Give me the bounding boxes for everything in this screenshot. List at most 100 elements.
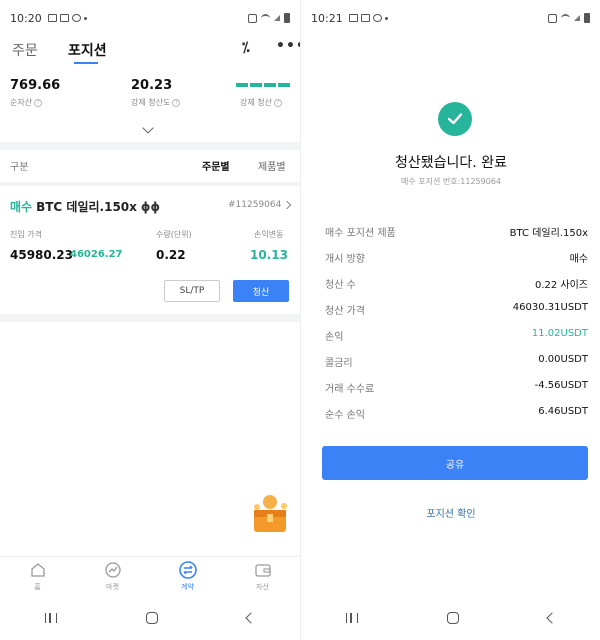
battery-icon — [284, 13, 290, 23]
position-screen: 10:20 주문 포지션 ⁒ ••• 769.66 순자산? 20.23 강제 … — [0, 0, 300, 640]
close-result-screen: 10:21 청산됐습니다. 완료 매수 포지션 번호:11259064 매수 포… — [300, 0, 600, 640]
nav-wallet-label: 자산 — [256, 583, 269, 591]
system-home-icon[interactable] — [446, 612, 459, 624]
home-icon — [30, 563, 45, 577]
status-bar: 10:21 — [301, 0, 600, 36]
close-position-button[interactable]: 청산 — [233, 280, 289, 302]
filter-by-product[interactable]: 제품별 — [258, 158, 286, 173]
more-icon[interactable]: ••• — [276, 38, 300, 54]
image-icon — [47, 14, 57, 22]
margin-ratio-label: 강제 청산도? — [131, 97, 181, 108]
notification-icons — [348, 14, 388, 22]
tab-order[interactable]: 주문 — [12, 40, 38, 60]
margin-ratio-value: 20.23 — [131, 78, 173, 93]
system-icons — [248, 13, 290, 23]
pnl-label: 손익변동 — [254, 230, 284, 239]
mute-icon — [548, 13, 557, 23]
nav-wallet[interactable]: 자산 — [225, 557, 300, 600]
notification-icons — [47, 14, 87, 22]
position-title[interactable]: 매수 BTC 데일리.150x ɸɸ — [10, 198, 160, 215]
filter-by-order[interactable]: 주문별 — [202, 158, 230, 173]
status-time: 10:20 — [10, 11, 42, 25]
promo-chest-icon[interactable] — [248, 492, 292, 536]
share-button[interactable]: 공유 — [322, 446, 588, 480]
detail-label: 순수 손익 — [325, 410, 365, 421]
image-icon — [348, 14, 358, 22]
filter-label: 구분 — [10, 162, 29, 173]
chat-icon — [71, 14, 81, 22]
view-position-link[interactable]: 포지션 확인 — [301, 505, 600, 520]
pnl-value: 10.13 — [250, 248, 288, 262]
detail-row: 거래 수수료 -4.56USDT — [325, 380, 588, 396]
detail-row: 손익 11.02USDT — [325, 328, 588, 344]
back-icon[interactable] — [545, 612, 558, 624]
detail-row: 매수 포지션 제품 BTC 데일리.150x — [325, 224, 588, 240]
system-nav-bar — [0, 604, 300, 632]
tab-position[interactable]: 포지션 — [68, 40, 107, 60]
detail-value: BTC 데일리.150x — [509, 228, 588, 239]
result-title: 청산됐습니다. 완료 — [395, 155, 507, 171]
system-home-icon[interactable] — [145, 612, 158, 624]
detail-label: 청산 가격 — [325, 306, 365, 317]
system-icons — [548, 13, 590, 23]
detail-label: 매수 포지션 제품 — [325, 228, 396, 239]
help-icon: ? — [34, 98, 43, 107]
recent-apps-icon[interactable] — [345, 613, 358, 623]
percent-icon[interactable]: ⁒ — [242, 40, 250, 56]
status-bar: 10:20 — [0, 0, 300, 36]
net-asset-value: 769.66 — [10, 78, 61, 93]
nav-contract[interactable]: 계약 — [150, 557, 225, 600]
account-summary: 769.66 순자산? 20.23 강제 청산도? 강제 청산? — [0, 76, 300, 116]
detail-value: 6.46USDT — [538, 406, 588, 417]
mute-icon — [248, 13, 257, 23]
detail-row: 순수 손익 6.46USDT — [325, 406, 588, 422]
position-id: #11259064 — [228, 200, 282, 210]
dot-icon — [83, 16, 87, 20]
bottom-nav: 홈 마켓 계약 자산 — [0, 556, 300, 600]
section-divider — [0, 182, 300, 186]
candlestick-icon[interactable]: ɸɸ — [141, 200, 160, 214]
entry-price: 45980.23 — [10, 248, 74, 262]
top-tabs: 주문 포지션 — [0, 36, 300, 66]
signal-icon — [574, 15, 580, 21]
chevron-right-icon[interactable] — [282, 200, 292, 210]
youtube-icon — [360, 14, 370, 22]
section-divider — [0, 142, 300, 150]
detail-label: 손익 — [325, 332, 344, 343]
dot-icon — [384, 16, 388, 20]
wifi-icon — [561, 13, 570, 23]
detail-label: 청산 수 — [325, 280, 356, 291]
nav-home[interactable]: 홈 — [0, 557, 75, 600]
nav-contract-label: 계약 — [181, 583, 194, 591]
net-asset-label: 순자산? — [10, 97, 43, 108]
position-product: BTC 데일리.150x — [36, 200, 137, 214]
signal-icon — [274, 15, 280, 21]
nav-home-label: 홈 — [34, 583, 41, 591]
section-divider — [0, 314, 300, 322]
help-icon: ? — [273, 98, 282, 107]
result-subtitle: 매수 포지션 번호:11259064 — [400, 177, 502, 186]
nav-market[interactable]: 마켓 — [75, 557, 150, 600]
qty-value: 0.22 — [156, 248, 186, 262]
wifi-icon — [261, 13, 270, 23]
detail-value: 0.00USDT — [538, 354, 588, 365]
recent-apps-icon[interactable] — [44, 613, 57, 623]
youtube-icon — [59, 14, 69, 22]
sltp-button[interactable]: SL/TP — [164, 280, 220, 302]
chevron-down-icon[interactable] — [142, 122, 154, 134]
filter-row: 구분 주문별 제품별 — [0, 158, 300, 178]
liquidation-gauge — [236, 83, 290, 87]
detail-value: -4.56USDT — [534, 380, 588, 391]
active-tab-indicator — [74, 62, 98, 64]
status-time: 10:21 — [311, 11, 343, 25]
help-icon: ? — [172, 98, 181, 107]
qty-label: 수량(단위) — [156, 230, 192, 239]
detail-label: 개시 방향 — [325, 254, 365, 265]
nav-market-label: 마켓 — [106, 583, 119, 591]
detail-row: 콜금리 0.00USDT — [325, 354, 588, 370]
back-icon[interactable] — [245, 612, 257, 624]
mark-price: 46026.27 — [70, 249, 123, 260]
detail-value: 46030.31USDT — [512, 302, 588, 313]
detail-label: 콜금리 — [325, 358, 353, 369]
detail-row: 청산 수 0.22 사이즈 — [325, 276, 588, 292]
